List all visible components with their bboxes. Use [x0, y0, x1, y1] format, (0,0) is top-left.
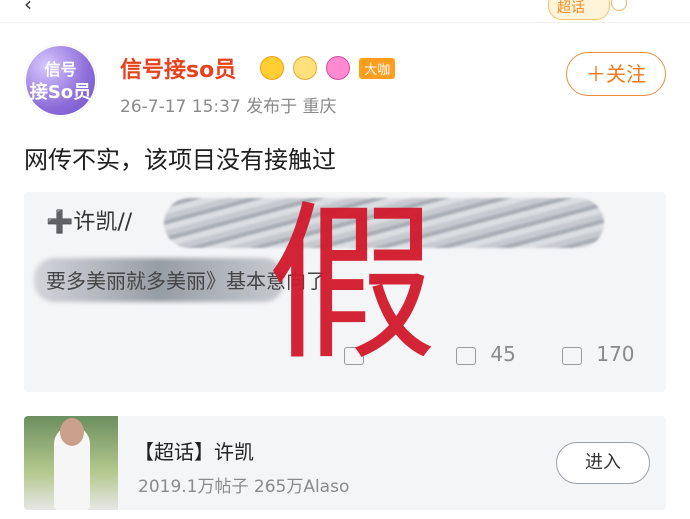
follow-button[interactable]: ＋关注 [566, 52, 666, 96]
comment-icon [456, 346, 476, 365]
emoji-icon [293, 56, 318, 80]
like-count: 170 [596, 342, 635, 366]
gem-icon [326, 56, 351, 80]
post-header: 信号 接So员 信号接so员 大咖 26-7-17 15:37 发布于 重庆 ＋… [24, 44, 674, 124]
dakang-badge: 大咖 [359, 57, 396, 79]
top-bar: ‹ 超话 [0, 0, 690, 23]
avatar-text-1: 信号 [44, 60, 77, 79]
like-icon [562, 346, 582, 365]
supertopic-badge-label: 超话 [557, 0, 585, 16]
repost-author-line: ➕许凯// [46, 210, 133, 235]
enter-button[interactable]: 进入 [556, 442, 650, 484]
supertopic-title: 【超话】许凯 [134, 440, 254, 464]
supertopic-thumbnail [24, 416, 118, 510]
post-text: 网传不实，该项目没有接触过 [24, 146, 336, 174]
person-head [60, 418, 84, 446]
supertopic-card[interactable]: 【超话】许凯 2019.1万帖子 265万Alaso 进入 [24, 416, 666, 510]
crown-icon [260, 56, 284, 80]
user-badges: 大咖 [260, 56, 396, 80]
supertopic-stats: 2019.1万帖子 265万Alaso [138, 477, 350, 497]
avatar-text-2: 接So员 [29, 82, 92, 103]
chat-bubble-icon [611, 0, 627, 11]
post-meta: 26-7-17 15:37 发布于 重庆 [120, 97, 337, 117]
username[interactable]: 信号接so员 [120, 52, 236, 84]
comment-action[interactable]: 45 [456, 342, 516, 366]
fake-overlay-stamp: 假 [266, 186, 437, 384]
like-action[interactable]: 170 [562, 342, 635, 366]
avatar[interactable]: 信号 接So员 [24, 44, 97, 117]
comment-count: 45 [490, 342, 516, 366]
back-icon[interactable]: ‹ [24, 0, 32, 16]
supertopic-badge[interactable]: 超话 [548, 0, 627, 20]
